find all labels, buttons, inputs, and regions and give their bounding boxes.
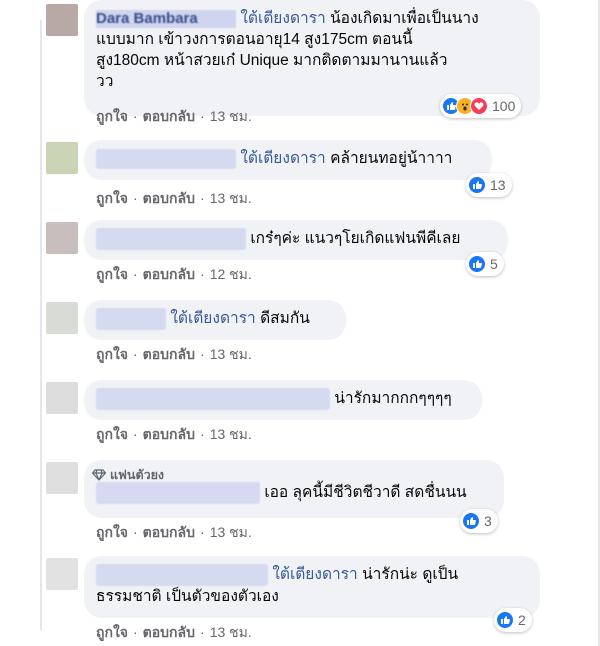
like-button[interactable]: ถูกใจ (96, 106, 128, 128)
avatar[interactable] (46, 4, 78, 36)
comment-actions: ถูกใจ · ตอบกลับ · 13 ชม. (96, 622, 252, 644)
reaction-count: 5 (490, 256, 498, 272)
reply-button[interactable]: ตอบกลับ (143, 622, 195, 644)
comment-text: น่ารักมากกกๆๆๆๆ (334, 390, 452, 408)
reaction-summary[interactable]: 2 (494, 608, 532, 632)
love-icon (470, 97, 488, 115)
separator: · (133, 426, 138, 442)
avatar[interactable] (46, 462, 78, 494)
comment-actions: ถูกใจ · ตอบกลับ · 13 ชม. (96, 344, 252, 366)
comment-bubble: น่ารักมากกกๆๆๆๆ (84, 380, 482, 420)
separator: · (200, 426, 205, 442)
separator: · (133, 346, 138, 362)
avatar[interactable] (46, 558, 78, 590)
comment-author-redacted[interactable] (96, 482, 260, 504)
timestamp[interactable]: 13 ชม. (210, 344, 252, 366)
comment-text-line: สูง180cm หน้าสวยเก๋ Unique มากติดตามมานา… (96, 52, 448, 69)
reaction-count: 3 (484, 513, 492, 529)
comment-author[interactable]: Dara Bambara (96, 9, 236, 28)
comment-text: น่ารักน่ะ ดูเป็น (362, 566, 459, 584)
comment-text: เกร๋ๆค่ะ แนวๆโยเกิดแฟนพีคีเลย (250, 230, 461, 248)
like-button[interactable]: ถูกใจ (96, 188, 128, 210)
timestamp[interactable]: 13 ชม. (210, 424, 252, 446)
comment-author-redacted[interactable] (96, 228, 246, 250)
comment-text-line: แบบมาก เข้าวงการตอนอายุ14 สูง175cm ตอนนี… (96, 31, 413, 48)
separator: · (200, 266, 205, 282)
separator: · (133, 266, 138, 282)
timestamp[interactable]: 13 ชม. (210, 622, 252, 644)
comment-actions: ถูกใจ · ตอบกลับ · 13 ชม. (96, 188, 252, 210)
avatar[interactable] (46, 142, 78, 174)
separator: · (200, 624, 205, 640)
comment-actions: ถูกใจ · ตอบกลับ · 13 ชม. (96, 106, 252, 128)
reaction-summary[interactable]: 100 (440, 94, 522, 118)
reply-button[interactable]: ตอบกลับ (143, 424, 195, 446)
reaction-count: 100 (492, 98, 516, 114)
comment-author-redacted[interactable] (96, 564, 268, 586)
avatar[interactable] (46, 222, 78, 254)
comment-text: เออ ลุคนี้มีชีวิตชีวาดี สดชื่นนน (264, 484, 467, 502)
comment-text-line: ธรรมชาติ เป็นตัวของตัวเอง (96, 588, 279, 605)
mention-link[interactable]: ใต้เตียงดารา (272, 566, 357, 583)
separator: · (200, 524, 205, 540)
comment-text-line: วว (96, 73, 114, 90)
comment-author-redacted[interactable] (96, 148, 236, 169)
timestamp[interactable]: 13 ชม. (210, 188, 252, 210)
reply-button[interactable]: ตอบกลับ (143, 264, 195, 286)
comment-bubble: เกร๋ๆค่ะ แนวๆโยเกิดแฟนพีคีเลย (84, 220, 508, 260)
comment-actions: ถูกใจ · ตอบกลับ · 13 ชม. (96, 522, 252, 544)
like-button[interactable]: ถูกใจ (96, 264, 128, 286)
separator: · (200, 190, 205, 206)
avatar[interactable] (46, 302, 78, 334)
timestamp[interactable]: 12 ชม. (210, 264, 252, 286)
top-fan-badge[interactable]: แฟนตัวยง (92, 465, 164, 485)
like-icon (468, 255, 486, 273)
mention-link[interactable]: ใต้เตียงดารา (240, 150, 325, 167)
separator: · (133, 624, 138, 640)
thread-line (40, 20, 42, 630)
like-button[interactable]: ถูกใจ (96, 522, 128, 544)
comment-bubble: ใต้เตียงดารา น่ารักน่ะ ดูเป็น ธรรมชาติ เ… (84, 556, 540, 618)
like-button[interactable]: ถูกใจ (96, 424, 128, 446)
comment-text: น้องเกิดมาเพื่อเป็นนาง (330, 10, 479, 27)
reaction-summary[interactable]: 5 (466, 252, 504, 276)
like-icon (462, 512, 480, 530)
avatar[interactable] (46, 382, 78, 414)
comment-actions: ถูกใจ · ตอบกลับ · 13 ชม. (96, 424, 252, 446)
comment-author-redacted[interactable] (96, 388, 330, 410)
diamond-icon (92, 469, 106, 481)
separator: · (133, 108, 138, 124)
mention-link[interactable]: ใต้เตียงดารา (240, 10, 325, 27)
mention-link[interactable]: ใต้เตียงดารา (170, 310, 255, 327)
comment-actions: ถูกใจ · ตอบกลับ · 12 ชม. (96, 264, 252, 286)
like-button[interactable]: ถูกใจ (96, 622, 128, 644)
reply-button[interactable]: ตอบกลับ (143, 522, 195, 544)
separator: · (133, 190, 138, 206)
comment-text: ดีสมกัน (260, 310, 310, 328)
timestamp[interactable]: 13 ชม. (210, 106, 252, 128)
comment-author-redacted[interactable] (96, 308, 166, 330)
separator: · (133, 524, 138, 540)
separator: · (200, 346, 205, 362)
reaction-count: 2 (518, 612, 526, 628)
like-icon (468, 176, 486, 194)
reaction-summary[interactable]: 3 (460, 509, 498, 533)
comment-bubble: ใต้เตียงดารา ดีสมกัน (84, 300, 346, 340)
reply-button[interactable]: ตอบกลับ (143, 344, 195, 366)
separator: · (200, 108, 205, 124)
comment-bubble: ใต้เตียงดารา คล้ายนทอยู่น้าาาา (84, 140, 492, 180)
comment-text: คล้ายนทอยู่น้าาาา (330, 150, 453, 167)
reply-button[interactable]: ตอบกลับ (143, 106, 195, 128)
reaction-count: 13 (490, 177, 506, 193)
timestamp[interactable]: 13 ชม. (210, 522, 252, 544)
like-icon (496, 611, 514, 629)
reply-button[interactable]: ตอบกลับ (143, 188, 195, 210)
badge-label: แฟนตัวยง (110, 468, 165, 482)
reaction-summary[interactable]: 13 (466, 173, 512, 197)
like-button[interactable]: ถูกใจ (96, 344, 128, 366)
